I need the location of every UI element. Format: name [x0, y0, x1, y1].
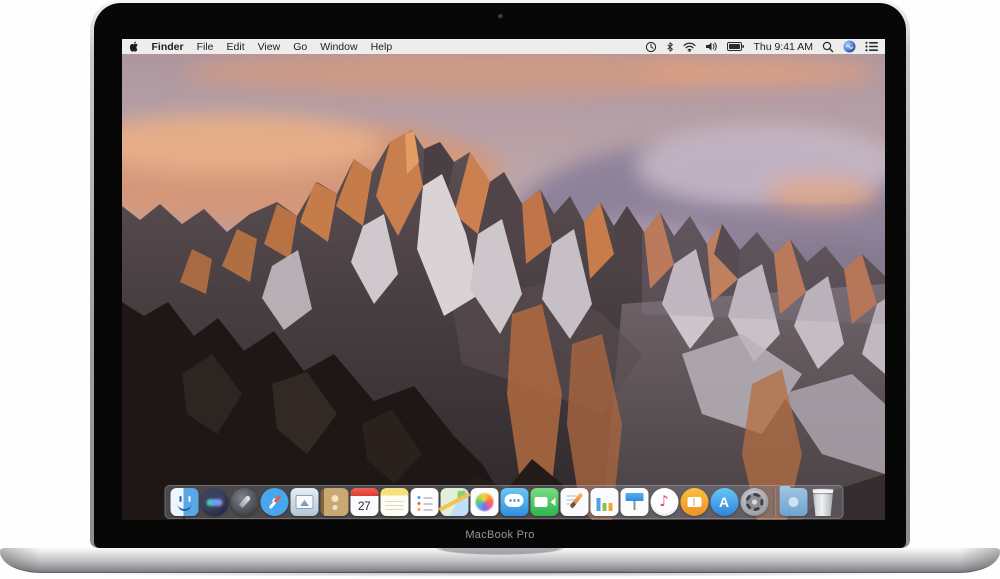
- dock-icon-ibooks[interactable]: [680, 488, 708, 516]
- screen: Finder File Edit View Go Window Help Thu…: [122, 39, 885, 520]
- dock: 27: [164, 485, 843, 519]
- dock-icon-contacts[interactable]: [320, 488, 348, 516]
- lid-scoop-notch: [425, 548, 575, 556]
- menu-clock[interactable]: Thu 9:41 AM: [753, 41, 813, 53]
- menu-bar: Finder File Edit View Go Window Help Thu…: [122, 39, 885, 54]
- spotlight-search-icon[interactable]: [822, 41, 834, 53]
- dock-icon-messages[interactable]: [500, 488, 528, 516]
- menu-item-view[interactable]: View: [251, 41, 287, 53]
- menu-items: Finder File Edit View Go Window Help: [145, 41, 399, 53]
- dock-icon-downloads[interactable]: [779, 486, 807, 516]
- dock-icon-mail[interactable]: [290, 488, 318, 516]
- menu-bar-left: Finder File Edit View Go Window Help: [129, 41, 399, 53]
- dock-icon-facetime[interactable]: [530, 488, 558, 516]
- dock-separator: [773, 488, 774, 516]
- menu-item-help[interactable]: Help: [364, 41, 399, 53]
- dock-icon-photos[interactable]: [470, 488, 498, 516]
- running-indicator: [182, 516, 186, 519]
- model-label: MacBook Pro: [465, 529, 535, 541]
- laptop-lid: Finder File Edit View Go Window Help Thu…: [90, 0, 910, 548]
- calendar-day: 27: [357, 499, 371, 513]
- menu-item-window[interactable]: Window: [314, 41, 364, 53]
- bluetooth-icon[interactable]: [666, 41, 674, 53]
- macbook-product-photo: Finder File Edit View Go Window Help Thu…: [0, 0, 1000, 579]
- battery-icon[interactable]: [727, 42, 745, 51]
- desktop-wallpaper: [122, 54, 885, 520]
- wifi-icon[interactable]: [683, 42, 697, 52]
- screen-bezel: Finder File Edit View Go Window Help Thu…: [94, 3, 906, 548]
- dock-icon-finder[interactable]: [170, 488, 198, 519]
- facetime-camera: [497, 14, 503, 19]
- menu-item-finder[interactable]: Finder: [145, 41, 190, 53]
- volume-icon[interactable]: [705, 41, 718, 52]
- drop-shadow: [55, 570, 945, 577]
- siri-icon[interactable]: [843, 40, 856, 53]
- clock-status-icon[interactable]: [645, 41, 657, 53]
- menu-bar-status: Thu 9:41 AM: [645, 40, 878, 53]
- dock-icon-calendar[interactable]: 27: [350, 488, 378, 516]
- menu-item-file[interactable]: File: [190, 41, 220, 53]
- dock-icon-reminders[interactable]: [410, 488, 438, 516]
- menu-item-go[interactable]: Go: [287, 41, 314, 53]
- apple-menu-icon[interactable]: [129, 41, 145, 52]
- dock-icon-maps[interactable]: [440, 488, 468, 516]
- dock-icon-keynote[interactable]: [620, 488, 648, 516]
- dock-icon-itunes[interactable]: [650, 488, 678, 516]
- dock-icon-safari[interactable]: [260, 488, 288, 516]
- menu-item-edit[interactable]: Edit: [220, 41, 251, 53]
- dock-icon-notes[interactable]: [380, 488, 408, 516]
- dock-icon-numbers[interactable]: [590, 488, 618, 516]
- notification-center-icon[interactable]: [865, 41, 878, 52]
- dock-icon-launchpad[interactable]: [230, 488, 258, 516]
- dock-icon-pages[interactable]: [560, 488, 588, 516]
- dock-icon-appstore[interactable]: [710, 488, 738, 516]
- dock-icon-siri[interactable]: [200, 488, 228, 516]
- dock-icon-trash[interactable]: [812, 488, 834, 516]
- dock-icon-sysprefs[interactable]: [740, 488, 768, 516]
